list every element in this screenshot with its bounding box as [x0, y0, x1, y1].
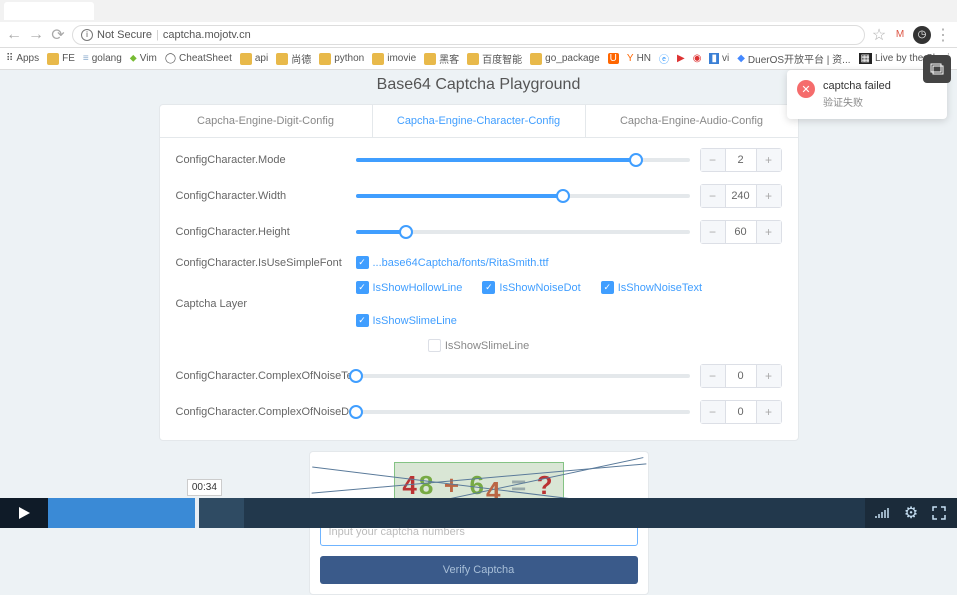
check-icon: ✓ [356, 314, 369, 327]
verify-button[interactable]: Verify Captcha [320, 556, 638, 584]
stepper-width: − 240 + [700, 184, 782, 208]
bookmark-item[interactable]: ⠿Apps [6, 53, 39, 64]
checkbox-noise-text[interactable]: ✓IsShowNoiseText [601, 281, 702, 294]
checkbox-noise-dot[interactable]: ✓IsShowNoiseDot [482, 281, 580, 294]
side-panel-icon[interactable] [923, 55, 951, 83]
decrement-button[interactable]: − [701, 401, 725, 423]
bookmark-item[interactable]: U [608, 53, 619, 64]
decrement-button[interactable]: − [701, 185, 725, 207]
stepper-value: 240 [725, 185, 757, 207]
toast-title: captcha failed [823, 80, 891, 92]
stepper-noise-text: − 0 + [700, 364, 782, 388]
forward-icon[interactable]: → [28, 27, 44, 43]
slider-mode[interactable] [356, 158, 690, 162]
slider-noise-text[interactable] [356, 374, 690, 378]
not-secure-label: Not Secure [97, 29, 152, 41]
stepper-value: 2 [725, 149, 757, 171]
check-icon: ✓ [356, 256, 369, 269]
bookmark-item[interactable]: YHN [627, 53, 651, 64]
bookmark-item[interactable]: api [240, 53, 268, 65]
increment-button[interactable]: + [757, 185, 781, 207]
checkbox-simplefont[interactable]: ✓ ...base64Captcha/fonts/RitaSmith.ttf [356, 256, 782, 269]
fullscreen-icon[interactable] [931, 505, 947, 521]
bookmark-item[interactable]: go_package [530, 53, 600, 65]
error-icon: ✕ [797, 80, 815, 98]
increment-button[interactable]: + [757, 401, 781, 423]
slider-noise-dot[interactable] [356, 410, 690, 414]
stepper-value: 0 [725, 365, 757, 387]
bookmark-item[interactable]: imovie [372, 53, 416, 65]
bookmark-item[interactable]: 尚德 [276, 51, 311, 66]
label-mode: ConfigCharacter.Mode [176, 154, 356, 166]
font-path-label: ...base64Captcha/fonts/RitaSmith.ttf [373, 257, 549, 269]
toast-subtitle: 验证失败 [823, 94, 891, 109]
stepper-value: 0 [725, 401, 757, 423]
settings-icon[interactable]: ⚙ [903, 505, 919, 521]
checkbox-slime-line-2[interactable]: IsShowSlimeLine [428, 339, 529, 352]
checkbox-hollow-line[interactable]: ✓IsShowHollowLine [356, 281, 463, 294]
label-width: ConfigCharacter.Width [176, 190, 356, 202]
checkbox-slime-line[interactable]: ✓IsShowSlimeLine [356, 314, 457, 327]
browser-tabs [0, 0, 957, 22]
play-button[interactable] [0, 498, 48, 528]
star-icon[interactable]: ☆ [871, 27, 887, 43]
stepper-noise-dot: − 0 + [700, 400, 782, 424]
bookmark-item[interactable]: ◉ [693, 53, 702, 64]
browser-tab[interactable] [4, 2, 94, 20]
label-noise-text: ConfigCharacter.ComplexOfNoiseText [176, 370, 356, 382]
bookmark-item[interactable]: python [319, 53, 364, 65]
check-icon [428, 339, 441, 352]
back-icon[interactable]: ← [6, 27, 22, 43]
stepper-mode: − 2 + [700, 148, 782, 172]
check-icon: ✓ [601, 281, 614, 294]
bookmark-item[interactable]: ◆DuerOS开放平台 | 资... [737, 51, 850, 66]
bookmark-item[interactable]: ≡golang [83, 53, 122, 64]
bookmark-item[interactable]: ▶ [677, 53, 685, 64]
label-noise-dot: ConfigCharacter.ComplexOfNoiseDot [176, 406, 356, 418]
label-height: ConfigCharacter.Height [176, 226, 356, 238]
extension-icon[interactable]: ◷ [913, 26, 931, 44]
stepper-height: − 60 + [700, 220, 782, 244]
increment-button[interactable]: + [757, 221, 781, 243]
gmail-icon[interactable]: M [891, 26, 909, 44]
bookmark-item[interactable]: 黑客 [424, 51, 459, 66]
time-tooltip: 00:34 [187, 479, 222, 496]
decrement-button[interactable]: − [701, 149, 725, 171]
tab-digit-config[interactable]: Capcha-Engine-Digit-Config [160, 105, 373, 137]
url-text: captcha.mojotv.cn [163, 29, 251, 41]
stepper-value: 60 [725, 221, 757, 243]
decrement-button[interactable]: − [701, 365, 725, 387]
reload-icon[interactable]: ⟳ [50, 27, 66, 43]
address-bar[interactable]: i Not Secure | captcha.mojotv.cn [72, 25, 865, 45]
browser-toolbar: ← → ⟳ i Not Secure | captcha.mojotv.cn ☆… [0, 22, 957, 48]
bookmark-item[interactable]: ◯CheatSheet [165, 53, 232, 64]
bookmark-item[interactable]: ▮vi [709, 53, 729, 64]
check-icon: ✓ [356, 281, 369, 294]
bookmark-item[interactable]: FE [47, 53, 75, 65]
slider-height[interactable] [356, 230, 690, 234]
video-controls: 00:34 ⚙ [0, 498, 957, 528]
config-panel: Capcha-Engine-Digit-Config Capcha-Engine… [159, 104, 799, 441]
increment-button[interactable]: + [757, 149, 781, 171]
check-icon: ✓ [482, 281, 495, 294]
tab-audio-config[interactable]: Capcha-Engine-Audio-Config [586, 105, 798, 137]
bookmark-item[interactable]: ⓔ [659, 51, 669, 66]
bookmarks-bar: ⠿Apps FE ≡golang ⬥Vim ◯CheatSheet api 尚德… [0, 48, 957, 70]
volume-icon[interactable] [875, 505, 891, 521]
label-simplefont: ConfigCharacter.IsUseSimpleFont [176, 257, 356, 269]
site-info-icon[interactable]: i [81, 29, 93, 41]
bookmark-item[interactable]: 百度智能 [467, 51, 522, 66]
video-progress[interactable]: 00:34 [48, 498, 865, 528]
tab-character-config[interactable]: Capcha-Engine-Character-Config [373, 105, 586, 137]
increment-button[interactable]: + [757, 365, 781, 387]
label-layer: Captcha Layer [176, 298, 356, 310]
decrement-button[interactable]: − [701, 221, 725, 243]
menu-icon[interactable]: ⋮ [935, 27, 951, 43]
slider-width[interactable] [356, 194, 690, 198]
bookmark-item[interactable]: ⬥Vim [130, 53, 157, 64]
